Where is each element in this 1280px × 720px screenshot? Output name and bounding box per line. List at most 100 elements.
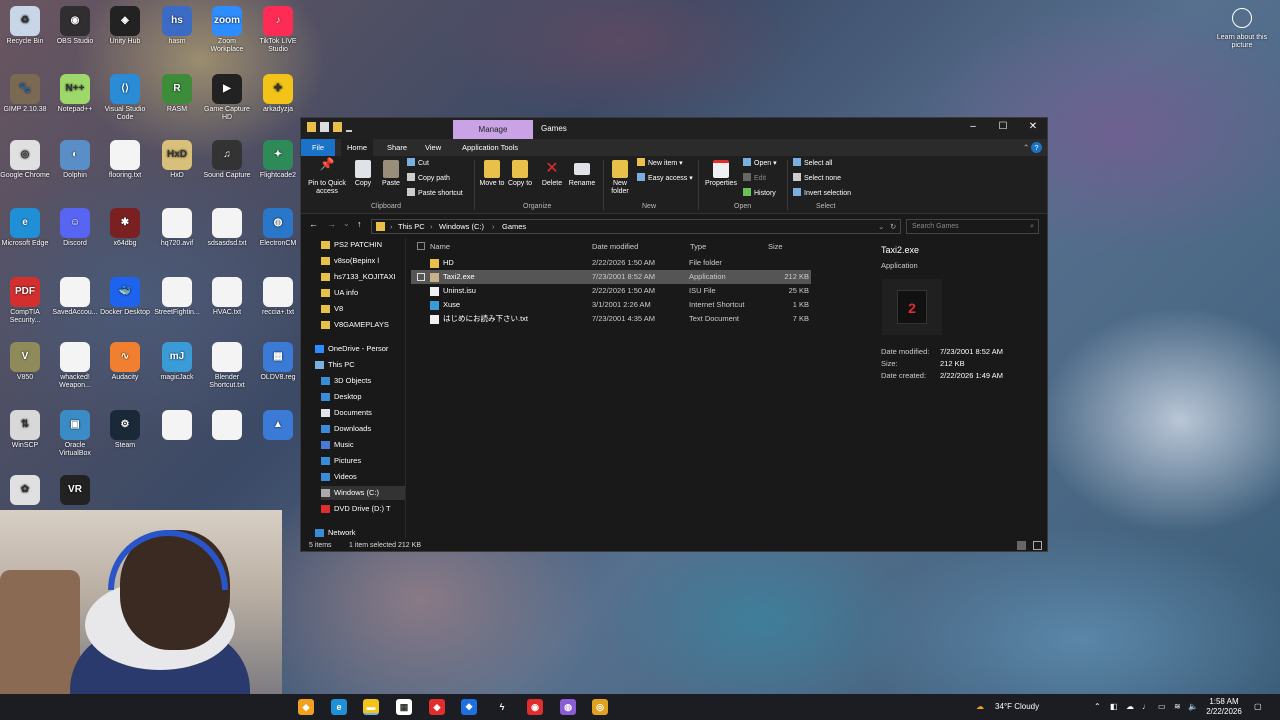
maximize-button[interactable]: ☐ <box>988 121 1018 132</box>
desktop-icon[interactable]: HxD HxD <box>152 140 202 180</box>
column-date-modified[interactable]: Date modified <box>592 242 638 251</box>
new-item-button[interactable]: New item ▾ <box>637 156 683 171</box>
nav-item[interactable]: Videos <box>321 470 357 484</box>
desktop-icon[interactable]: SavedAccou... <box>50 277 100 317</box>
desktop-icon[interactable]: V V850 <box>0 342 50 382</box>
paste-shortcut-button[interactable]: Paste shortcut <box>407 186 463 201</box>
taskbar-dropbox-icon[interactable]: ❖ <box>461 699 477 715</box>
copy-to-button[interactable]: Copy to <box>507 160 533 188</box>
address-bar[interactable]: › This PC › Windows (C:) › Games ⌄ ↻ <box>371 219 901 234</box>
desktop-icon[interactable]: flooring.txt <box>100 140 150 180</box>
edit-button[interactable]: Edit <box>743 171 766 186</box>
open-button[interactable]: Open ▾ <box>743 156 777 171</box>
desktop-icon[interactable]: ♫ Sound Capture <box>202 140 252 180</box>
nav-item[interactable]: This PC <box>315 358 355 372</box>
desktop-icon[interactable]: ⚙ Steam <box>100 410 150 450</box>
taskbar-store-icon[interactable]: ▦ <box>396 699 412 715</box>
properties-button[interactable]: Properties <box>703 160 739 188</box>
crumb-this-pc[interactable]: This PC <box>398 222 425 231</box>
desktop-icon[interactable]: Blender Shortcut.txt <box>202 342 252 390</box>
desktop-icon[interactable]: sdsasdsd.txt <box>202 208 252 248</box>
desktop-icon[interactable]: VR <box>50 475 100 507</box>
nav-item[interactable]: Music <box>321 438 354 452</box>
taskbar-obs-icon[interactable]: ◉ <box>527 699 543 715</box>
cut-button[interactable]: Cut <box>407 156 429 171</box>
desktop-icon[interactable]: ▦ OLDV8.reg <box>253 342 303 382</box>
delete-button[interactable]: ✕ Delete <box>539 160 565 188</box>
desktop-icon[interactable] <box>152 410 202 442</box>
taskbar-chrome-icon[interactable]: ◎ <box>592 699 608 715</box>
desktop-icon[interactable]: HVAC.txt <box>202 277 252 317</box>
nav-item[interactable]: DVD Drive (D:) T <box>321 502 391 516</box>
desktop-icon[interactable]: whacked! Weapon... <box>50 342 100 390</box>
select-all-button[interactable]: Select all <box>793 156 832 171</box>
desktop-icon[interactable]: 🐾 GIMP 2.10.38 <box>0 74 50 114</box>
nav-item[interactable]: OneDrive - Persor <box>315 342 388 356</box>
properties-icon[interactable] <box>320 122 329 132</box>
onedrive-icon[interactable]: ☁ <box>1126 694 1134 720</box>
tab-home[interactable]: Home <box>341 139 374 156</box>
desktop-icon[interactable] <box>202 410 252 442</box>
nav-item[interactable]: Documents <box>321 406 372 420</box>
new-folder-icon[interactable] <box>333 122 342 132</box>
desktop-icon[interactable]: 🐳 Docker Desktop <box>100 277 150 317</box>
tab-manage[interactable]: Manage <box>453 120 533 139</box>
desktop-icon[interactable]: ▶ Game Capture HD <box>202 74 252 122</box>
chevron-down-icon[interactable] <box>346 122 352 132</box>
close-button[interactable]: ✕ <box>1018 121 1048 132</box>
row-checkbox[interactable] <box>417 287 425 295</box>
desktop-icon[interactable]: PDF CompTIA Security... <box>0 277 50 325</box>
nav-item[interactable]: hs7133_KOJITAXI <box>321 270 396 284</box>
up-arrow-icon[interactable]: ↑ <box>357 219 362 229</box>
paste-button[interactable]: Paste <box>379 160 403 188</box>
wifi-icon[interactable]: ≋ <box>1174 694 1181 720</box>
nav-item[interactable]: Windows (C:) <box>321 486 405 500</box>
desktop-icon[interactable]: hq720.avif <box>152 208 202 248</box>
back-arrow-icon[interactable]: ← <box>309 219 318 229</box>
tab-application-tools[interactable]: Application Tools <box>456 139 524 156</box>
desktop-icon[interactable]: ◍ ElectronCM <box>253 208 303 248</box>
show-hidden-icons-icon[interactable]: ⌃ <box>1094 694 1101 720</box>
nav-item[interactable]: v8so(Bepinx l <box>321 254 379 268</box>
desktop-icon[interactable]: ♪ TikTok LIVE Studio <box>253 6 303 54</box>
nav-item[interactable]: PS2 PATCHIN <box>321 238 382 252</box>
easy-access-button[interactable]: Easy access ▾ <box>637 171 693 186</box>
battery-icon[interactable]: ▭ <box>1158 694 1166 720</box>
desktop-icon[interactable]: ◎ Google Chrome <box>0 140 50 180</box>
desktop-icon[interactable]: ✿ <box>0 475 50 507</box>
clock[interactable]: 1:58 AM 2/22/2026 <box>1204 697 1244 720</box>
desktop-icon[interactable]: ◐ Dolphin <box>50 140 100 180</box>
desktop-icon[interactable]: R RASM <box>152 74 202 114</box>
nav-item[interactable]: Network <box>315 526 356 538</box>
table-row[interactable]: Uninst.isu 2/22/2026 1:50 AM ISU File 25 KB <box>411 284 811 298</box>
tab-file[interactable]: File <box>301 139 335 156</box>
nav-item[interactable]: V8GAMEPLAYS <box>321 318 389 332</box>
tab-view[interactable]: View <box>419 139 447 156</box>
desktop-icon[interactable]: mJ magicJack <box>152 342 202 382</box>
notifications-icon[interactable]: ▢ <box>1254 694 1262 720</box>
invert-selection-button[interactable]: Invert selection <box>793 186 851 201</box>
desktop-icon[interactable]: ▲ <box>253 410 303 442</box>
details-view-icon[interactable] <box>1017 541 1026 550</box>
taskbar-app-red-icon[interactable]: ◆ <box>429 699 445 715</box>
copy-path-button[interactable]: Copy path <box>407 171 450 186</box>
refresh-icon[interactable]: ↻ <box>890 222 896 231</box>
table-row[interactable]: HD 2/22/2026 1:50 AM File folder <box>411 256 811 270</box>
move-to-button[interactable]: Move to <box>479 160 505 188</box>
microphone-icon[interactable]: ♩ <box>1142 694 1150 720</box>
weather[interactable]: 34°F Cloudy <box>995 694 1039 720</box>
chevron-down-icon[interactable]: ⌄ <box>878 222 884 231</box>
nav-item[interactable]: UA info <box>321 286 358 300</box>
help-icon[interactable]: ? <box>1031 142 1042 153</box>
new-folder-button[interactable]: New folder <box>607 160 633 196</box>
forward-arrow-icon[interactable]: → <box>327 219 336 229</box>
taskbar-app-purple-icon[interactable]: ◍ <box>560 699 576 715</box>
network-icon[interactable]: ◧ <box>1110 694 1118 720</box>
desktop-icon[interactable]: ⇅ WinSCP <box>0 410 50 450</box>
taskbar-start-icon[interactable]: ◆ <box>298 699 314 715</box>
desktop-icon[interactable]: ◉ OBS Studio <box>50 6 100 46</box>
desktop-icon[interactable]: e Microsoft Edge <box>0 208 50 248</box>
taskbar-file-explorer-icon[interactable]: ▬ <box>363 699 379 715</box>
crumb-games[interactable]: Games <box>502 222 526 231</box>
desktop-icon[interactable]: hs hasm <box>152 6 202 46</box>
